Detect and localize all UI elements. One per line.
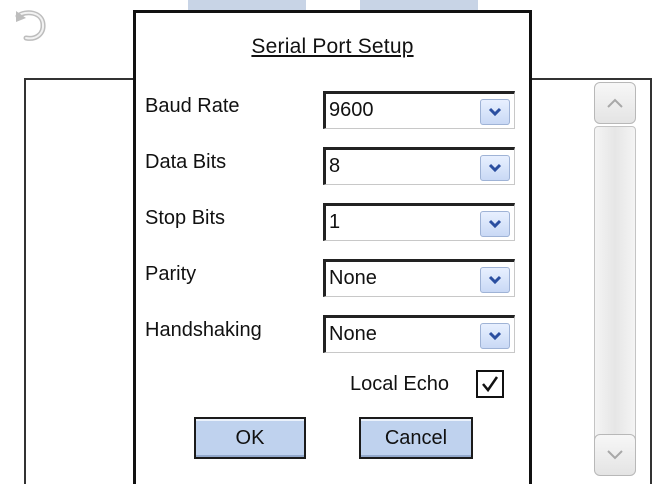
scroll-down-button[interactable] [594, 434, 636, 476]
baud-rate-value: 9600 [329, 99, 374, 121]
data-bits-dropdown-button[interactable] [480, 155, 510, 181]
baud-rate-label: Baud Rate [145, 95, 240, 117]
data-bits-select[interactable]: 8 [323, 147, 515, 185]
handshaking-dropdown-button[interactable] [480, 323, 510, 349]
chevron-down-icon [488, 219, 502, 229]
cancel-button[interactable]: Cancel [359, 417, 473, 459]
stop-bits-row: Stop Bits 1 [145, 203, 515, 245]
chevron-down-icon [488, 107, 502, 117]
stop-bits-select[interactable]: 1 [323, 203, 515, 241]
parity-row: Parity None [145, 259, 515, 301]
scroll-track[interactable] [594, 126, 636, 474]
parity-dropdown-button[interactable] [480, 267, 510, 293]
dialog-title: Serial Port Setup [251, 35, 414, 58]
local-echo-label: Local Echo [350, 373, 449, 395]
chevron-down-icon [488, 275, 502, 285]
data-bits-label: Data Bits [145, 151, 227, 173]
chevron-down-icon [488, 331, 502, 341]
scrollbar[interactable] [594, 82, 638, 482]
chevron-down-icon [607, 450, 623, 460]
handshaking-value: None [329, 323, 377, 345]
local-echo-checkbox[interactable] [476, 370, 504, 398]
stop-bits-label: Stop Bits [145, 207, 226, 229]
handshaking-label: Handshaking [145, 319, 262, 341]
parity-select[interactable]: None [323, 259, 515, 297]
back-arrow-icon[interactable] [10, 8, 50, 46]
parity-value: None [329, 267, 377, 289]
stop-bits-value: 1 [329, 211, 341, 233]
data-bits-value: 8 [329, 155, 341, 177]
baud-rate-dropdown-button[interactable] [480, 99, 510, 125]
handshaking-row: Handshaking None [145, 315, 515, 357]
checkmark-icon [482, 376, 499, 393]
stop-bits-dropdown-button[interactable] [480, 211, 510, 237]
parity-label: Parity [145, 263, 197, 285]
handshaking-select[interactable]: None [323, 315, 515, 353]
serial-port-setup-dialog: Serial Port Setup Baud Rate 9600 Data Bi… [133, 10, 532, 484]
baud-rate-row: Baud Rate 9600 [145, 91, 515, 133]
chevron-up-icon [607, 98, 623, 108]
local-echo-option: Local Echo [350, 369, 510, 401]
chevron-down-icon [488, 163, 502, 173]
data-bits-row: Data Bits 8 [145, 147, 515, 189]
scroll-up-button[interactable] [594, 82, 636, 124]
baud-rate-select[interactable]: 9600 [323, 91, 515, 129]
ok-button[interactable]: OK [194, 417, 306, 459]
